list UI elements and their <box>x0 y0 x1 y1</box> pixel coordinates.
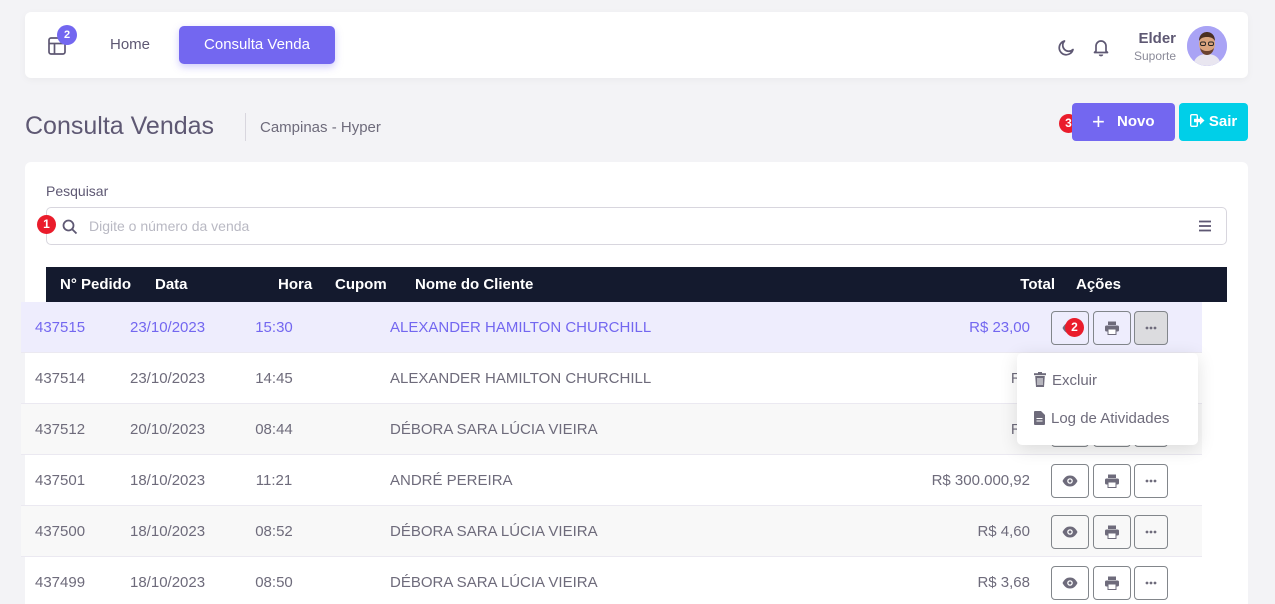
menu-item-delete[interactable]: Excluir <box>1034 372 1097 389</box>
search-input[interactable] <box>89 208 1179 244</box>
exit-button-label: Sair <box>1208 113 1238 130</box>
actions-dropdown-menu: Excluir Log de Atividades <box>1017 353 1198 445</box>
view-button[interactable] <box>1051 566 1089 600</box>
print-button[interactable] <box>1093 515 1131 549</box>
sign-out-icon <box>1189 113 1209 130</box>
new-button-label: Novo <box>1117 113 1155 130</box>
cell-data: 18/10/2023 <box>130 472 206 489</box>
title-divider <box>245 113 246 141</box>
user-name: Elder <box>1138 30 1176 47</box>
cell-pedido: 437514 <box>35 370 86 387</box>
menu-item-delete-label: Excluir <box>1052 372 1098 389</box>
cell-cliente: ALEXANDER HAMILTON CHURCHILL <box>390 319 652 336</box>
cell-hora: 08:50 <box>255 574 293 591</box>
search-label: Pesquisar <box>46 183 109 199</box>
moon-icon[interactable] <box>1056 38 1076 58</box>
cell-data: 18/10/2023 <box>130 523 206 540</box>
page-title: Consulta Vendas <box>25 112 215 140</box>
table-row[interactable]: 437500 18/10/2023 08:52 DÉBORA SARA LÚCIA V… <box>21 506 1202 557</box>
cell-total: R$ 23,00 <box>969 319 1030 336</box>
table-row[interactable]: 437501 18/10/2023 11:21 ANDRÉ PEREIRA R$ 300… <box>21 455 1202 506</box>
cell-data: 18/10/2023 <box>130 574 206 591</box>
cell-hora: 08:52 <box>255 523 293 540</box>
col-hora[interactable]: Hora <box>278 267 312 302</box>
search-box <box>46 207 1227 245</box>
view-button[interactable] <box>1051 464 1089 498</box>
col-data[interactable]: Data <box>155 267 188 302</box>
notification-badge: 2 <box>57 25 77 45</box>
page-subtitle: Campinas - Hyper <box>260 119 381 136</box>
more-actions-button[interactable] <box>1134 566 1168 600</box>
cell-pedido: 437500 <box>35 523 86 540</box>
print-button[interactable] <box>1093 311 1131 345</box>
annotation-marker-2: 2 <box>1065 318 1084 337</box>
col-pedido[interactable]: N° Pedido <box>60 267 131 302</box>
view-button[interactable] <box>1051 515 1089 549</box>
cell-cliente: DÉBORA SARA LÚCIA VIEIRA <box>390 523 598 540</box>
cell-hora: 11:21 <box>255 472 293 489</box>
cell-pedido: 437501 <box>35 472 86 489</box>
col-total[interactable]: Total <box>1020 267 1055 302</box>
col-acoes: Ações <box>1076 276 1122 293</box>
table-row[interactable]: 437499 18/10/2023 08:50 DÉBORA SARA LÚCIA V… <box>21 557 1202 604</box>
more-actions-button[interactable] <box>1134 464 1168 498</box>
plus-icon: + <box>1092 109 1105 134</box>
search-icon <box>62 219 78 235</box>
exit-button[interactable]: Sair <box>1179 103 1248 141</box>
nav-consulta-venda-button[interactable]: Consulta Venda <box>179 26 335 64</box>
file-icon <box>1034 411 1045 425</box>
cell-total: R$ 300.000,92 <box>931 472 1030 489</box>
cell-cliente: DÉBORA SARA LÚCIA VIEIRA <box>390 421 598 438</box>
new-button[interactable]: + Novo <box>1072 103 1175 141</box>
filter-menu-icon[interactable] <box>1198 219 1212 233</box>
cell-hora: 08:44 <box>255 421 293 438</box>
cell-cliente: ALEXANDER HAMILTON CHURCHILL <box>390 370 652 387</box>
menu-item-activity-log[interactable]: Log de Atividades <box>1034 410 1169 427</box>
cell-pedido: 437512 <box>35 421 86 438</box>
top-navbar: 2 Home Consulta Venda Elder Suporte <box>25 12 1248 78</box>
cell-cliente: DÉBORA SARA LÚCIA VIEIRA <box>390 574 598 591</box>
cell-cliente: ANDRÉ PEREIRA <box>390 472 513 489</box>
cell-pedido: 437515 <box>35 319 86 336</box>
more-actions-button[interactable] <box>1134 515 1168 549</box>
table-header: N° Pedido Data Hora Cupom Nome do Client… <box>46 267 1227 302</box>
print-button[interactable] <box>1093 464 1131 498</box>
print-button[interactable] <box>1093 566 1131 600</box>
cell-total: R$ 4,60 <box>977 523 1030 540</box>
cell-pedido: 437499 <box>35 574 86 591</box>
cell-hora: 15:30 <box>255 319 293 336</box>
cell-total: R$ 3,68 <box>977 574 1030 591</box>
menu-item-activity-log-label: Log de Atividades <box>1051 410 1170 427</box>
table-row[interactable]: 437515 23/10/2023 15:30 ALEXANDER HAMILTON … <box>21 302 1202 353</box>
bell-icon[interactable] <box>1091 37 1111 57</box>
col-cupom[interactable]: Cupom <box>335 267 387 302</box>
nav-home-link[interactable]: Home <box>110 36 150 53</box>
col-cliente[interactable]: Nome do Cliente <box>415 267 533 302</box>
trash-icon <box>1034 372 1046 387</box>
more-actions-button[interactable] <box>1134 311 1168 345</box>
user-role: Suporte <box>1133 49 1176 63</box>
cell-data: 23/10/2023 <box>130 370 206 387</box>
cell-hora: 14:45 <box>255 370 293 387</box>
cell-data: 23/10/2023 <box>130 319 206 336</box>
avatar[interactable] <box>1187 26 1227 66</box>
cell-data: 20/10/2023 <box>130 421 206 438</box>
annotation-marker-1: 1 <box>37 215 56 234</box>
